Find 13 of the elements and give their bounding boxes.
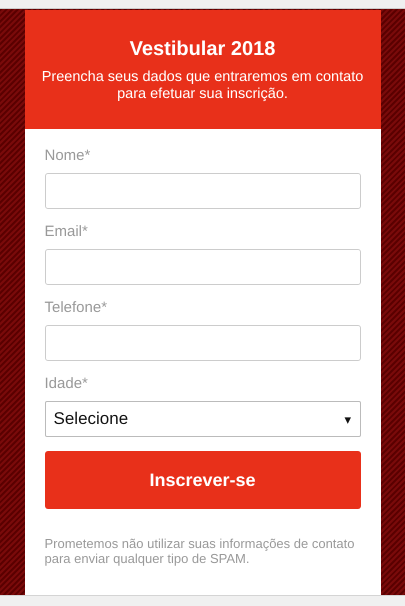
dropdown-arrow-icon: ▾ bbox=[344, 412, 352, 426]
form-title: Vestibular 2018 bbox=[128, 38, 276, 61]
input-field[interactable] bbox=[44, 249, 360, 285]
field-label: Idade* bbox=[44, 375, 89, 392]
input-field[interactable] bbox=[44, 325, 360, 361]
submit-button[interactable]: Inscrever-se bbox=[44, 451, 360, 509]
input-field[interactable] bbox=[44, 173, 360, 209]
disclaimer-text: Prometemos não utilizar suas informações de contato para enviar qualquer tipo de SPAM. bbox=[44, 536, 356, 566]
field-label: Email* bbox=[44, 223, 89, 240]
select-dropdown[interactable]: Selecione ▾ bbox=[44, 401, 360, 437]
field-label: Telefone* bbox=[44, 299, 108, 316]
field-label: Nome* bbox=[44, 147, 92, 164]
form-subtitle: Preencha seus dados que entraremos em contato para efetuar sua inscrição. bbox=[40, 69, 364, 103]
